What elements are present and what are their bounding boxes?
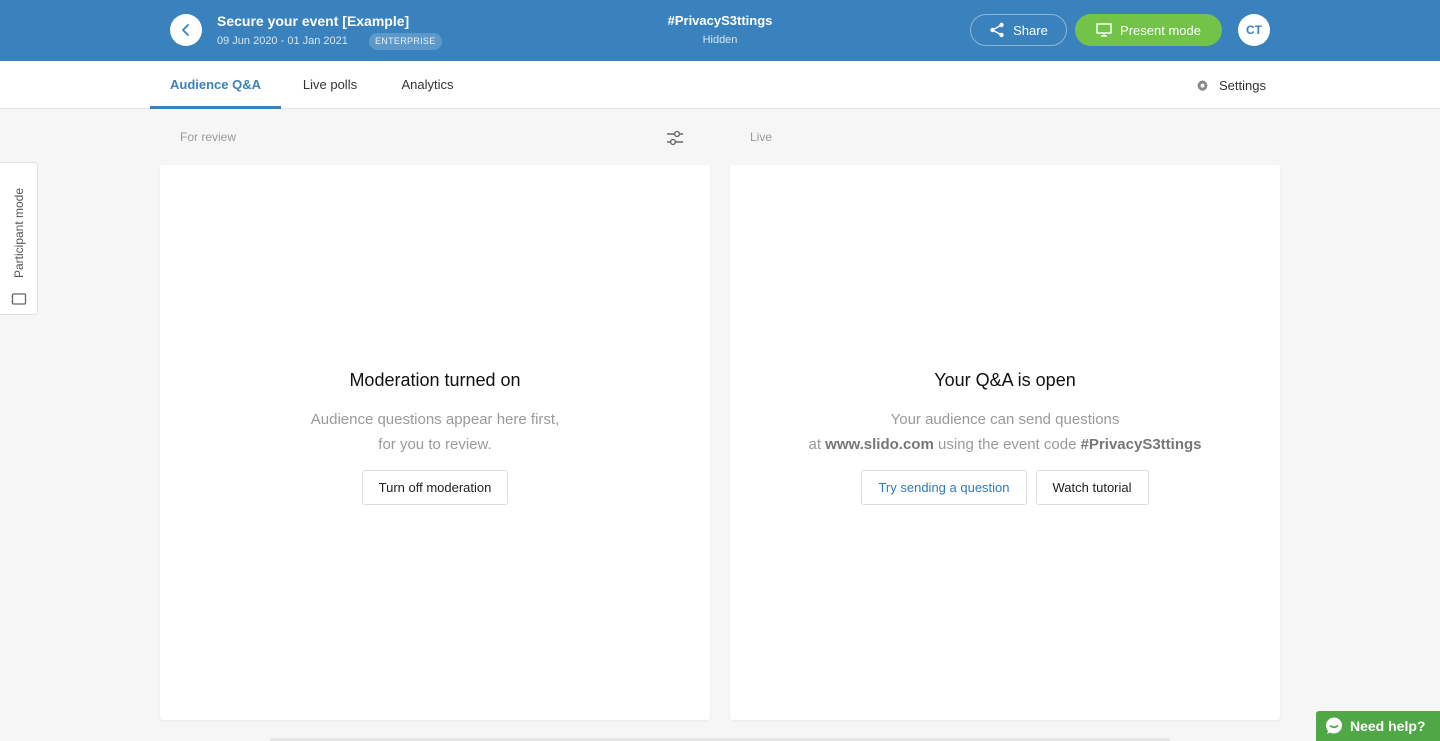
live-card-text: Your audience can send questions at www.… (730, 407, 1280, 457)
tab-analytics[interactable]: Analytics (390, 61, 465, 109)
present-screen-icon (1096, 23, 1112, 37)
review-card-title: Moderation turned on (349, 370, 521, 390)
device-icon (11, 293, 27, 305)
event-code: #PrivacyS3ttings (667, 13, 773, 28)
present-mode-button[interactable]: Present mode (1075, 14, 1222, 46)
need-help-label: Need help? (1350, 718, 1426, 734)
live-card: Your Q&A is open Your audience can send … (730, 165, 1280, 720)
review-card-text-line2: for you to review. (378, 436, 492, 453)
text-middle: using the event code (937, 436, 1077, 453)
plan-badge: ENTERPRISE (369, 33, 442, 50)
tab-audience-qa[interactable]: Audience Q&A (150, 61, 281, 109)
watch-tutorial-button[interactable]: Watch tutorial (1035, 470, 1149, 505)
tab-live-polls[interactable]: Live polls (290, 61, 370, 109)
event-code-inline: #PrivacyS3ttings (1080, 436, 1202, 453)
back-button[interactable] (170, 14, 202, 46)
participant-mode-label: Participant mode (12, 187, 26, 279)
event-visibility: Hidden (702, 34, 738, 46)
chat-bubble-icon (1326, 717, 1342, 734)
top-header: Secure your event [Example] 09 Jun 2020 … (0, 0, 1440, 61)
filter-sliders-icon[interactable] (666, 129, 684, 147)
share-button[interactable]: Share (970, 14, 1067, 46)
need-help-button[interactable]: Need help? (1316, 711, 1440, 741)
settings-link[interactable]: Settings (1196, 61, 1266, 109)
review-card-text: Audience questions appear here first, fo… (160, 407, 710, 457)
turn-off-moderation-button[interactable]: Turn off moderation (361, 470, 509, 505)
live-card-text-line1: Your audience can send questions (890, 411, 1120, 428)
settings-label: Settings (1219, 77, 1266, 93)
live-card-text-line2: at www.slido.com using the event code #P… (730, 432, 1280, 457)
tab-bar: Audience Q&A Live polls Analytics Settin… (0, 61, 1440, 109)
chevron-left-icon (182, 24, 189, 36)
live-label: Live (750, 130, 773, 144)
for-review-label: For review (180, 130, 237, 144)
slido-site: www.slido.com (825, 436, 934, 453)
text-at: at (808, 436, 821, 453)
live-card-title: Your Q&A is open (934, 370, 1076, 390)
event-dates: 09 Jun 2020 - 01 Jan 2021 (217, 35, 348, 47)
try-sending-question-button[interactable]: Try sending a question (861, 470, 1027, 505)
review-card: Moderation turned on Audience questions … (160, 165, 710, 720)
present-mode-label: Present mode (1120, 22, 1201, 38)
review-card-text-line1: Audience questions appear here first, (310, 411, 560, 428)
participant-mode-tab[interactable]: Participant mode (0, 162, 38, 315)
gear-icon (1197, 79, 1208, 91)
event-title: Secure your event [Example] (217, 13, 410, 29)
user-avatar[interactable]: CT (1238, 14, 1270, 46)
share-label: Share (1013, 22, 1048, 38)
share-icon (990, 22, 1004, 38)
